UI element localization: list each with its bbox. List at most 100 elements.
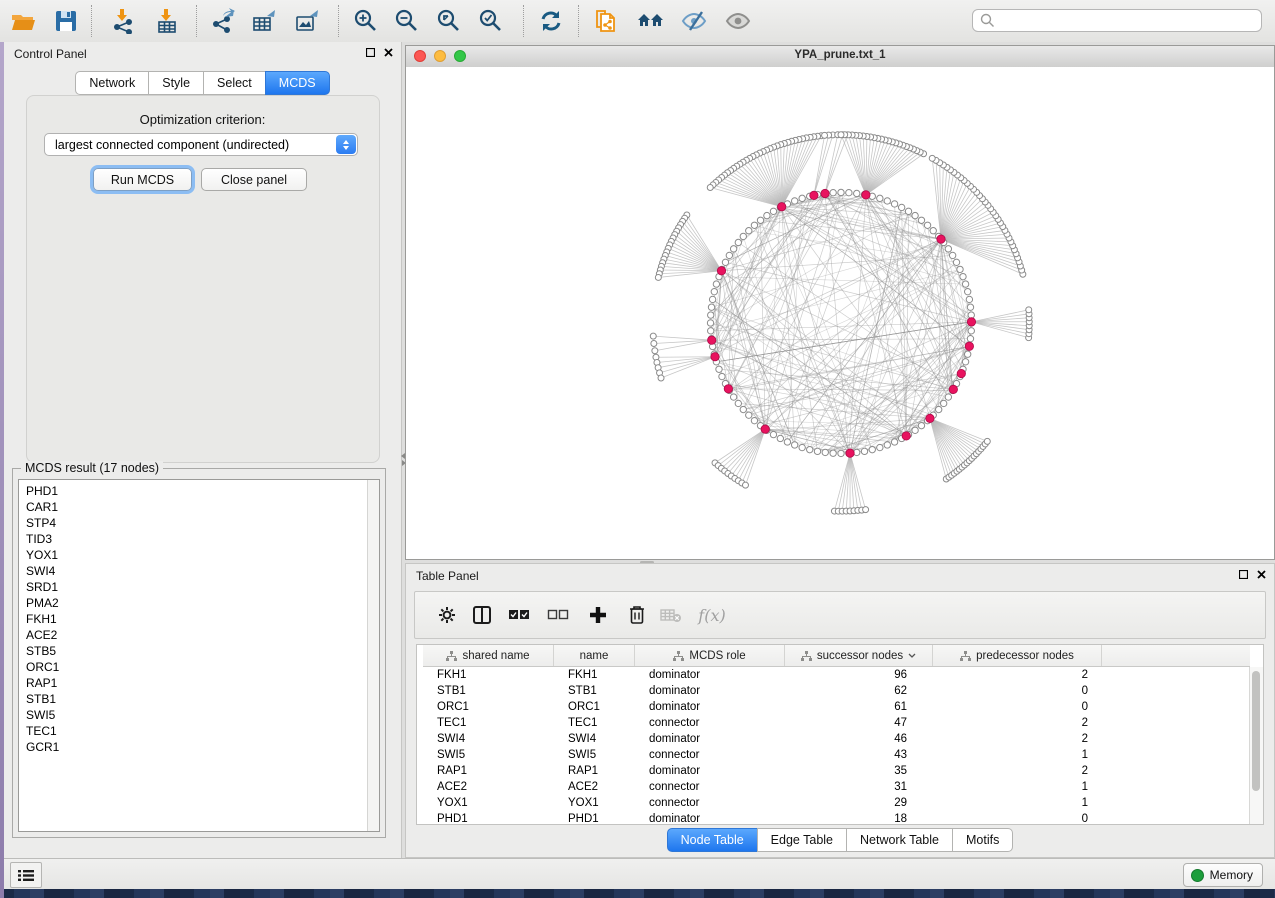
cell-successor-nodes[interactable]: 43 — [785, 748, 933, 764]
delete-column-button[interactable] — [622, 600, 652, 630]
delete-table-button[interactable] — [656, 600, 686, 630]
column-header-predecessor-nodes[interactable]: predecessor nodes — [933, 645, 1102, 666]
memory-button[interactable]: Memory — [1183, 863, 1263, 887]
cell-name[interactable]: ACE2 — [554, 780, 635, 796]
tab-motifs[interactable]: Motifs — [952, 828, 1013, 852]
mcds-result-item[interactable]: RAP1 — [19, 675, 367, 691]
mcds-result-item[interactable]: PHD1 — [19, 483, 367, 499]
cell-shared-name[interactable]: TEC1 — [423, 716, 554, 732]
mcds-result-item[interactable]: STB5 — [19, 643, 367, 659]
cell-mcds-role[interactable]: dominator — [635, 684, 785, 700]
cell-mcds-role[interactable]: connector — [635, 796, 785, 812]
cell-mcds-role[interactable]: connector — [635, 748, 785, 764]
deselect-all-button[interactable] — [543, 600, 573, 630]
cell-predecessor-nodes[interactable]: 0 — [933, 700, 1102, 716]
cell-name[interactable]: YOX1 — [554, 796, 635, 812]
cell-predecessor-nodes[interactable]: 1 — [933, 748, 1102, 764]
cell-shared-name[interactable]: SWI4 — [423, 732, 554, 748]
run-mcds-button[interactable]: Run MCDS — [93, 168, 192, 191]
cell-successor-nodes[interactable]: 31 — [785, 780, 933, 796]
hide-selected-button[interactable] — [678, 6, 710, 36]
column-header-shared-name[interactable]: shared name — [423, 645, 554, 666]
mcds-list-scrollbar[interactable] — [367, 480, 379, 831]
cell-mcds-role[interactable]: dominator — [635, 812, 785, 824]
cell-successor-nodes[interactable]: 35 — [785, 764, 933, 780]
cell-predecessor-nodes[interactable]: 1 — [933, 796, 1102, 812]
export-network-button[interactable] — [207, 6, 239, 36]
refresh-layout-button[interactable] — [535, 6, 567, 36]
table-row[interactable]: STB1STB1dominator620 — [423, 684, 1250, 700]
mcds-result-item[interactable]: GCR1 — [19, 739, 367, 755]
mcds-result-list[interactable]: PHD1CAR1STP4TID3YOX1SWI4SRD1PMA2FKH1ACE2… — [18, 479, 380, 832]
tab-node-table[interactable]: Node Table — [667, 828, 758, 852]
column-header-successor-nodes[interactable]: successor nodes — [785, 645, 933, 666]
table-scrollbar-thumb[interactable] — [1252, 671, 1260, 791]
mcds-result-item[interactable]: TEC1 — [19, 723, 367, 739]
cell-successor-nodes[interactable]: 18 — [785, 812, 933, 824]
mcds-result-item[interactable]: ACE2 — [19, 627, 367, 643]
cell-successor-nodes[interactable]: 96 — [785, 668, 933, 684]
tab-edge-table[interactable]: Edge Table — [757, 828, 847, 852]
cell-shared-name[interactable]: PHD1 — [423, 812, 554, 824]
chevron-down-icon[interactable] — [908, 653, 916, 658]
network-canvas[interactable] — [406, 67, 1274, 559]
cell-mcds-role[interactable]: dominator — [635, 732, 785, 748]
column-header-mcds-role[interactable]: MCDS role — [635, 645, 785, 666]
cell-shared-name[interactable]: SWI5 — [423, 748, 554, 764]
mcds-result-item[interactable]: CAR1 — [19, 499, 367, 515]
table-scrollbar[interactable] — [1249, 667, 1263, 824]
cell-predecessor-nodes[interactable]: 2 — [933, 668, 1102, 684]
cell-predecessor-nodes[interactable]: 1 — [933, 780, 1102, 796]
import-table-button[interactable] — [151, 6, 183, 36]
cell-successor-nodes[interactable]: 29 — [785, 796, 933, 812]
mcds-result-item[interactable]: YOX1 — [19, 547, 367, 563]
tab-network-table[interactable]: Network Table — [846, 828, 953, 852]
tab-select[interactable]: Select — [203, 71, 266, 95]
table-row[interactable]: SWI4SWI4dominator462 — [423, 732, 1250, 748]
mcds-result-item[interactable]: FKH1 — [19, 611, 367, 627]
cell-successor-nodes[interactable]: 61 — [785, 700, 933, 716]
tab-style[interactable]: Style — [148, 71, 204, 95]
duplicate-network-button[interactable] — [590, 6, 622, 36]
mcds-result-item[interactable]: PMA2 — [19, 595, 367, 611]
table-row[interactable]: PHD1PHD1dominator180 — [423, 812, 1250, 824]
float-panel-icon[interactable] — [1239, 570, 1248, 579]
cell-mcds-role[interactable]: connector — [635, 780, 785, 796]
cell-shared-name[interactable]: STB1 — [423, 684, 554, 700]
network-graph[interactable] — [406, 67, 1274, 559]
cell-name[interactable]: RAP1 — [554, 764, 635, 780]
cell-successor-nodes[interactable]: 47 — [785, 716, 933, 732]
cell-name[interactable]: PHD1 — [554, 812, 635, 824]
zoom-selected-button[interactable] — [475, 6, 507, 36]
mcds-result-item[interactable]: STP4 — [19, 515, 367, 531]
cell-mcds-role[interactable]: dominator — [635, 764, 785, 780]
network-window-titlebar[interactable]: YPA_prune.txt_1 — [406, 46, 1274, 68]
add-column-button[interactable] — [583, 600, 613, 630]
tab-network[interactable]: Network — [75, 71, 149, 95]
show-columns-button[interactable] — [467, 600, 497, 630]
cell-name[interactable]: TEC1 — [554, 716, 635, 732]
table-row[interactable]: TEC1TEC1connector472 — [423, 716, 1250, 732]
export-table-button[interactable] — [248, 6, 280, 36]
open-session-button[interactable] — [7, 6, 39, 36]
function-builder-button[interactable]: f(x) — [692, 600, 732, 630]
zoom-fit-button[interactable] — [433, 6, 465, 36]
cell-successor-nodes[interactable]: 46 — [785, 732, 933, 748]
cell-name[interactable]: STB1 — [554, 684, 635, 700]
cell-mcds-role[interactable]: dominator — [635, 668, 785, 684]
mcds-result-item[interactable]: SWI4 — [19, 563, 367, 579]
cell-predecessor-nodes[interactable]: 0 — [933, 812, 1102, 824]
table-row[interactable]: YOX1YOX1connector291 — [423, 796, 1250, 812]
task-history-button[interactable] — [10, 862, 42, 888]
cell-predecessor-nodes[interactable]: 2 — [933, 716, 1102, 732]
table-row[interactable]: ORC1ORC1dominator610 — [423, 700, 1250, 716]
mcds-result-item[interactable]: ORC1 — [19, 659, 367, 675]
mcds-result-item[interactable]: TID3 — [19, 531, 367, 547]
cell-successor-nodes[interactable]: 62 — [785, 684, 933, 700]
mcds-result-item[interactable]: SWI5 — [19, 707, 367, 723]
close-panel-icon[interactable] — [384, 48, 393, 57]
cell-predecessor-nodes[interactable]: 0 — [933, 684, 1102, 700]
export-image-button[interactable] — [291, 6, 323, 36]
column-header-name[interactable]: name — [554, 645, 635, 666]
show-all-button[interactable] — [722, 6, 754, 36]
